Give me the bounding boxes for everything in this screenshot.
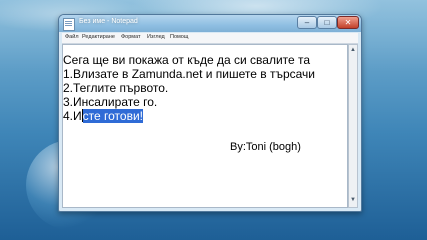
vertical-scrollbar[interactable]: ▲ ▼ bbox=[348, 44, 358, 208]
signature-text: By:Toni (bogh) bbox=[230, 141, 301, 153]
text-editor[interactable]: Сега ще ви покажа от къде да си свалите … bbox=[62, 44, 348, 208]
menu-help[interactable]: Помощ bbox=[170, 34, 188, 40]
menu-file[interactable]: Файл bbox=[65, 34, 79, 40]
menu-format[interactable]: Формат bbox=[121, 34, 141, 40]
menu-bar: Файл Редактиране Формат Изглед Помощ bbox=[62, 33, 358, 44]
title-bar[interactable]: Без име - Notepad – □ ✕ bbox=[59, 15, 361, 32]
text-line-1: Сега ще ви покажа от къде да си свалите … bbox=[63, 53, 311, 67]
text-line-3: 2.Теглите първото. bbox=[63, 81, 169, 95]
window-title: Без име - Notepad bbox=[79, 18, 138, 25]
maximize-button[interactable]: □ bbox=[317, 16, 337, 29]
notepad-window: Без име - Notepad – □ ✕ Файл Редактиране… bbox=[58, 14, 362, 212]
menu-edit[interactable]: Редактиране bbox=[82, 34, 115, 40]
minimize-button[interactable]: – bbox=[297, 16, 317, 29]
scroll-up-icon[interactable]: ▲ bbox=[350, 47, 356, 53]
text-line-5: 4.Исте готови! bbox=[63, 109, 143, 123]
text-line-2: 1.Влизате в Zamunda.net и пишете в търса… bbox=[63, 67, 316, 81]
menu-view[interactable]: Изглед bbox=[147, 34, 165, 40]
scroll-down-icon[interactable]: ▼ bbox=[350, 197, 356, 203]
close-button[interactable]: ✕ bbox=[337, 16, 359, 29]
notepad-icon bbox=[63, 18, 75, 31]
text-line-5-prefix: 4.И bbox=[63, 109, 82, 123]
selected-text: сте готови! bbox=[82, 109, 143, 123]
text-line-4: 3.Инсалирате го. bbox=[63, 95, 158, 109]
